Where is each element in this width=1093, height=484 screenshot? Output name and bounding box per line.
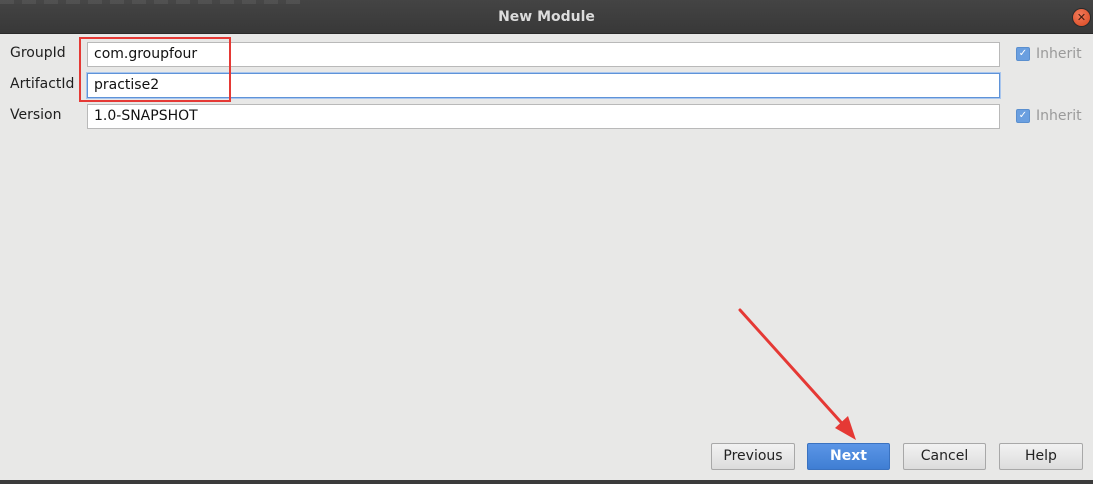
previous-button[interactable]: Previous xyxy=(711,443,795,470)
version-inherit-label: Inherit xyxy=(1036,108,1082,124)
window-bottom-border xyxy=(0,480,1093,484)
title-bar: New Module ✕ xyxy=(0,0,1093,34)
groupid-inherit-label: Inherit xyxy=(1036,46,1082,62)
next-button[interactable]: Next xyxy=(807,443,890,470)
artifactid-label: ArtifactId xyxy=(10,76,75,92)
groupid-label: GroupId xyxy=(10,45,66,61)
groupid-inherit-checkbox[interactable]: ✓ Inherit xyxy=(1016,46,1082,62)
checkbox-checked-icon[interactable]: ✓ xyxy=(1016,47,1030,61)
groupid-field[interactable]: com.groupfour xyxy=(87,42,1000,67)
window-title: New Module xyxy=(498,9,595,25)
version-inherit-checkbox[interactable]: ✓ Inherit xyxy=(1016,108,1082,124)
help-button[interactable]: Help xyxy=(999,443,1083,470)
version-field[interactable]: 1.0-SNAPSHOT xyxy=(87,104,1000,129)
version-label: Version xyxy=(10,107,62,123)
artifactid-field[interactable]: practise2 xyxy=(87,73,1000,98)
close-icon[interactable]: ✕ xyxy=(1073,9,1090,26)
checkbox-checked-icon[interactable]: ✓ xyxy=(1016,109,1030,123)
cancel-button[interactable]: Cancel xyxy=(903,443,986,470)
